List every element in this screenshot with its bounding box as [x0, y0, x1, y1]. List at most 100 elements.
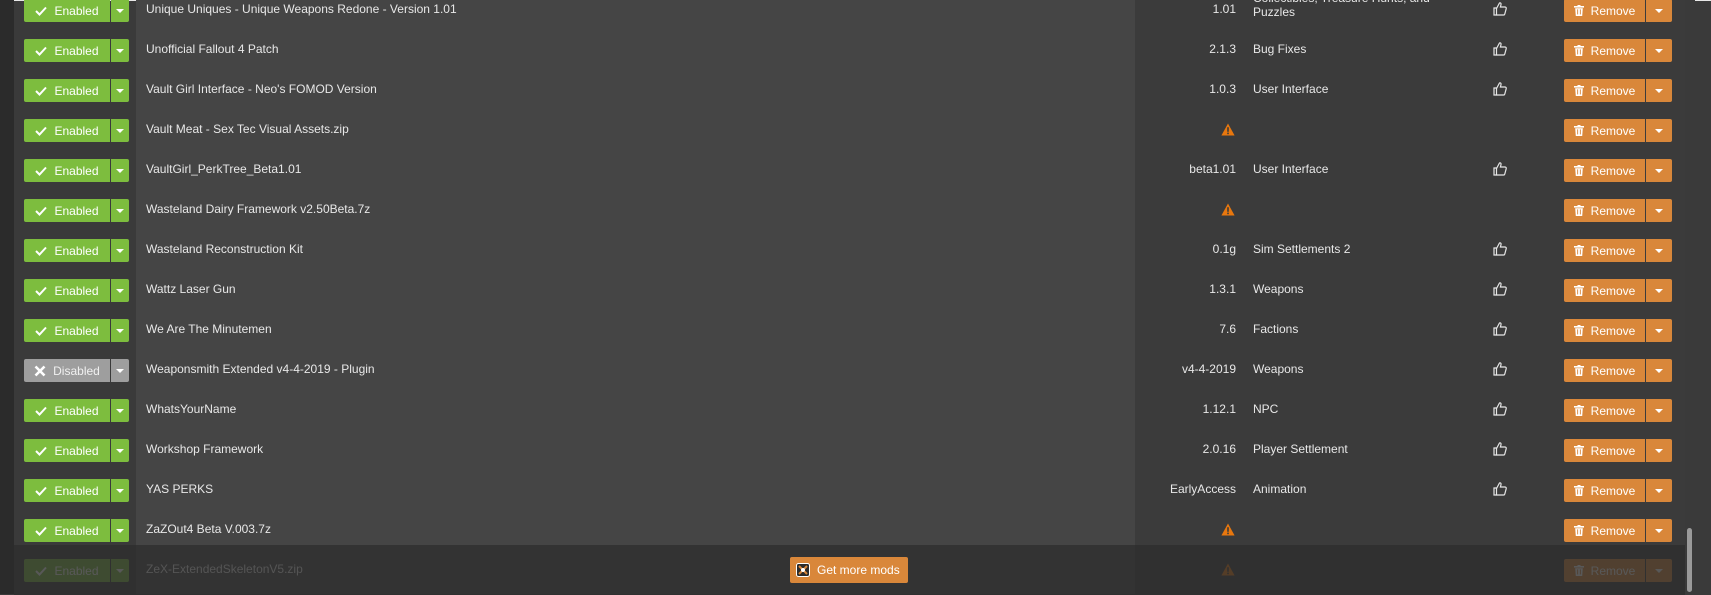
remove-dropdown-button[interactable]	[1646, 79, 1672, 102]
enabled-button[interactable]: Enabled	[24, 279, 110, 302]
thumbs-up-icon[interactable]	[1492, 41, 1508, 57]
remove-dropdown-button[interactable]	[1646, 159, 1672, 182]
status-toggle-group[interactable]: Enabled	[24, 119, 129, 142]
thumbs-up-icon[interactable]	[1492, 1, 1508, 17]
disabled-button[interactable]: Disabled	[24, 359, 110, 382]
status-toggle-group[interactable]: Enabled	[24, 319, 129, 342]
remove-button[interactable]: Remove	[1564, 439, 1645, 462]
remove-group[interactable]: Remove	[1564, 479, 1672, 502]
thumbs-up-icon[interactable]	[1492, 241, 1508, 257]
thumbs-up-icon[interactable]	[1492, 401, 1508, 417]
remove-button[interactable]: Remove	[1564, 239, 1645, 262]
remove-button[interactable]: Remove	[1564, 39, 1645, 62]
status-dropdown-button[interactable]	[111, 439, 129, 462]
status-dropdown-button[interactable]	[111, 279, 129, 302]
enabled-button[interactable]: Enabled	[24, 239, 110, 262]
enabled-button[interactable]: Enabled	[24, 119, 110, 142]
thumbs-up-icon[interactable]	[1492, 361, 1508, 377]
remove-dropdown-button[interactable]	[1646, 359, 1672, 382]
remove-button[interactable]: Remove	[1564, 399, 1645, 422]
status-toggle-group[interactable]: Enabled	[24, 79, 129, 102]
status-toggle-group[interactable]: Enabled	[24, 159, 129, 182]
status-toggle-group[interactable]: Enabled	[24, 199, 129, 222]
status-dropdown-button[interactable]	[111, 399, 129, 422]
status-toggle-group[interactable]: Enabled	[24, 479, 129, 502]
remove-group[interactable]: Remove	[1564, 79, 1672, 102]
status-toggle-group[interactable]: Enabled	[24, 239, 129, 262]
status-dropdown-button[interactable]	[111, 319, 129, 342]
remove-dropdown-button[interactable]	[1646, 319, 1672, 342]
remove-group[interactable]: Remove	[1564, 399, 1672, 422]
remove-button[interactable]: Remove	[1564, 119, 1645, 142]
status-toggle-group[interactable]: Enabled	[24, 519, 129, 542]
status-dropdown-button[interactable]	[111, 119, 129, 142]
status-dropdown-button[interactable]	[111, 199, 129, 222]
remove-button[interactable]: Remove	[1564, 359, 1645, 382]
remove-group[interactable]: Remove	[1564, 319, 1672, 342]
remove-group[interactable]: Remove	[1564, 119, 1672, 142]
remove-group[interactable]: Remove	[1564, 279, 1672, 302]
remove-dropdown-button[interactable]	[1646, 0, 1672, 22]
status-toggle-group[interactable]: Enabled	[24, 0, 129, 22]
remove-dropdown-button[interactable]	[1646, 119, 1672, 142]
thumbs-up-icon[interactable]	[1492, 281, 1508, 297]
status-dropdown-button[interactable]	[111, 0, 129, 22]
status-dropdown-button[interactable]	[111, 39, 129, 62]
thumbs-up-icon[interactable]	[1492, 441, 1508, 457]
remove-group[interactable]: Remove	[1564, 239, 1672, 262]
remove-button[interactable]: Remove	[1564, 79, 1645, 102]
enabled-button[interactable]: Enabled	[24, 199, 110, 222]
remove-dropdown-button[interactable]	[1646, 479, 1672, 502]
status-toggle-group[interactable]: Enabled	[24, 399, 129, 422]
status-dropdown-button[interactable]	[111, 79, 129, 102]
remove-button[interactable]: Remove	[1564, 519, 1645, 542]
remove-dropdown-button[interactable]	[1646, 519, 1672, 542]
status-dropdown-button[interactable]	[111, 159, 129, 182]
remove-group[interactable]: Remove	[1564, 439, 1672, 462]
enabled-button[interactable]: Enabled	[24, 319, 110, 342]
trash-icon	[1573, 205, 1584, 216]
status-toggle-group[interactable]: Enabled	[24, 439, 129, 462]
status-toggle-group[interactable]: Enabled	[24, 279, 129, 302]
remove-button[interactable]: Remove	[1564, 159, 1645, 182]
thumbs-up-icon[interactable]	[1492, 81, 1508, 97]
enabled-button[interactable]: Enabled	[24, 399, 110, 422]
status-toggle-group[interactable]: Enabled	[24, 39, 129, 62]
status-dropdown-button[interactable]	[111, 239, 129, 262]
enabled-button[interactable]: Enabled	[24, 479, 110, 502]
enabled-button[interactable]: Enabled	[24, 39, 110, 62]
remove-button[interactable]: Remove	[1564, 479, 1645, 502]
status-dropdown-button[interactable]	[111, 359, 129, 382]
remove-label: Remove	[1590, 123, 1636, 138]
remove-button[interactable]: Remove	[1564, 319, 1645, 342]
scrollbar-track[interactable]	[1685, 0, 1695, 595]
enabled-button[interactable]: Enabled	[24, 0, 110, 22]
remove-button[interactable]: Remove	[1564, 199, 1645, 222]
enabled-button[interactable]: Enabled	[24, 79, 110, 102]
enabled-button[interactable]: Enabled	[24, 439, 110, 462]
remove-button[interactable]: Remove	[1564, 279, 1645, 302]
thumbs-up-icon[interactable]	[1492, 481, 1508, 497]
thumbs-up-icon[interactable]	[1492, 321, 1508, 337]
remove-dropdown-button[interactable]	[1646, 279, 1672, 302]
remove-dropdown-button[interactable]	[1646, 199, 1672, 222]
remove-group[interactable]: Remove	[1564, 159, 1672, 182]
status-dropdown-button[interactable]	[111, 479, 129, 502]
enabled-button[interactable]: Enabled	[24, 519, 110, 542]
remove-group[interactable]: Remove	[1564, 199, 1672, 222]
remove-group[interactable]: Remove	[1564, 0, 1672, 22]
remove-group[interactable]: Remove	[1564, 359, 1672, 382]
remove-dropdown-button[interactable]	[1646, 399, 1672, 422]
remove-group[interactable]: Remove	[1564, 39, 1672, 62]
scrollbar-thumb[interactable]	[1687, 528, 1692, 592]
remove-button[interactable]: Remove	[1564, 0, 1645, 22]
enabled-button[interactable]: Enabled	[24, 159, 110, 182]
remove-group[interactable]: Remove	[1564, 519, 1672, 542]
status-toggle-group[interactable]: Disabled	[24, 359, 129, 382]
remove-dropdown-button[interactable]	[1646, 439, 1672, 462]
remove-dropdown-button[interactable]	[1646, 39, 1672, 62]
thumbs-up-icon[interactable]	[1492, 161, 1508, 177]
remove-dropdown-button[interactable]	[1646, 239, 1672, 262]
status-dropdown-button[interactable]	[111, 519, 129, 542]
get-more-mods-button[interactable]: Get more mods	[790, 557, 908, 583]
